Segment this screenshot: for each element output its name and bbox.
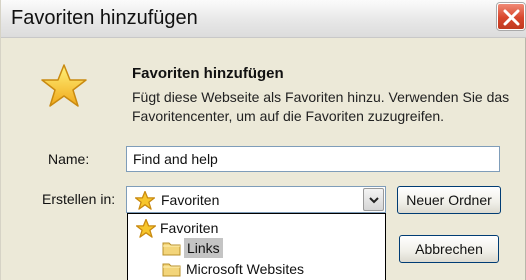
cancel-button[interactable]: Abbrechen: [399, 235, 499, 263]
header-title: Favoriten hinzufügen: [132, 65, 284, 82]
star-icon: [136, 219, 156, 238]
dropdown-toggle-button[interactable]: [363, 188, 384, 211]
folder-dropdown-list: Favoriten Links Microsoft Websites: [127, 213, 386, 280]
create-in-value: Favoriten: [161, 192, 220, 208]
create-in-label: Erstellen in:: [42, 191, 116, 207]
close-icon: [503, 9, 520, 26]
add-favorite-dialog: Favoriten hinzufügen Favoriten hinzufüge…: [0, 0, 526, 280]
folder-icon: [162, 263, 181, 277]
list-item-label: Links: [184, 238, 223, 258]
folder-icon: [162, 242, 181, 256]
favorite-star-icon: [41, 64, 87, 107]
name-input[interactable]: [126, 146, 500, 172]
list-item-label: Microsoft Websites: [186, 261, 304, 277]
header-description: Fügt diese Webseite als Favoriten hinzu.…: [132, 89, 510, 124]
list-item-label: Favoriten: [160, 220, 219, 236]
name-label: Name:: [48, 151, 90, 167]
chevron-down-icon: [369, 197, 379, 204]
star-icon: [135, 191, 155, 210]
create-in-select[interactable]: Favoriten: [126, 186, 386, 213]
close-button[interactable]: [497, 3, 525, 30]
new-folder-button[interactable]: Neuer Ordner: [397, 186, 501, 214]
window-title: Favoriten hinzufügen: [11, 7, 198, 29]
title-bar[interactable]: Favoriten hinzufügen: [1, 0, 526, 38]
